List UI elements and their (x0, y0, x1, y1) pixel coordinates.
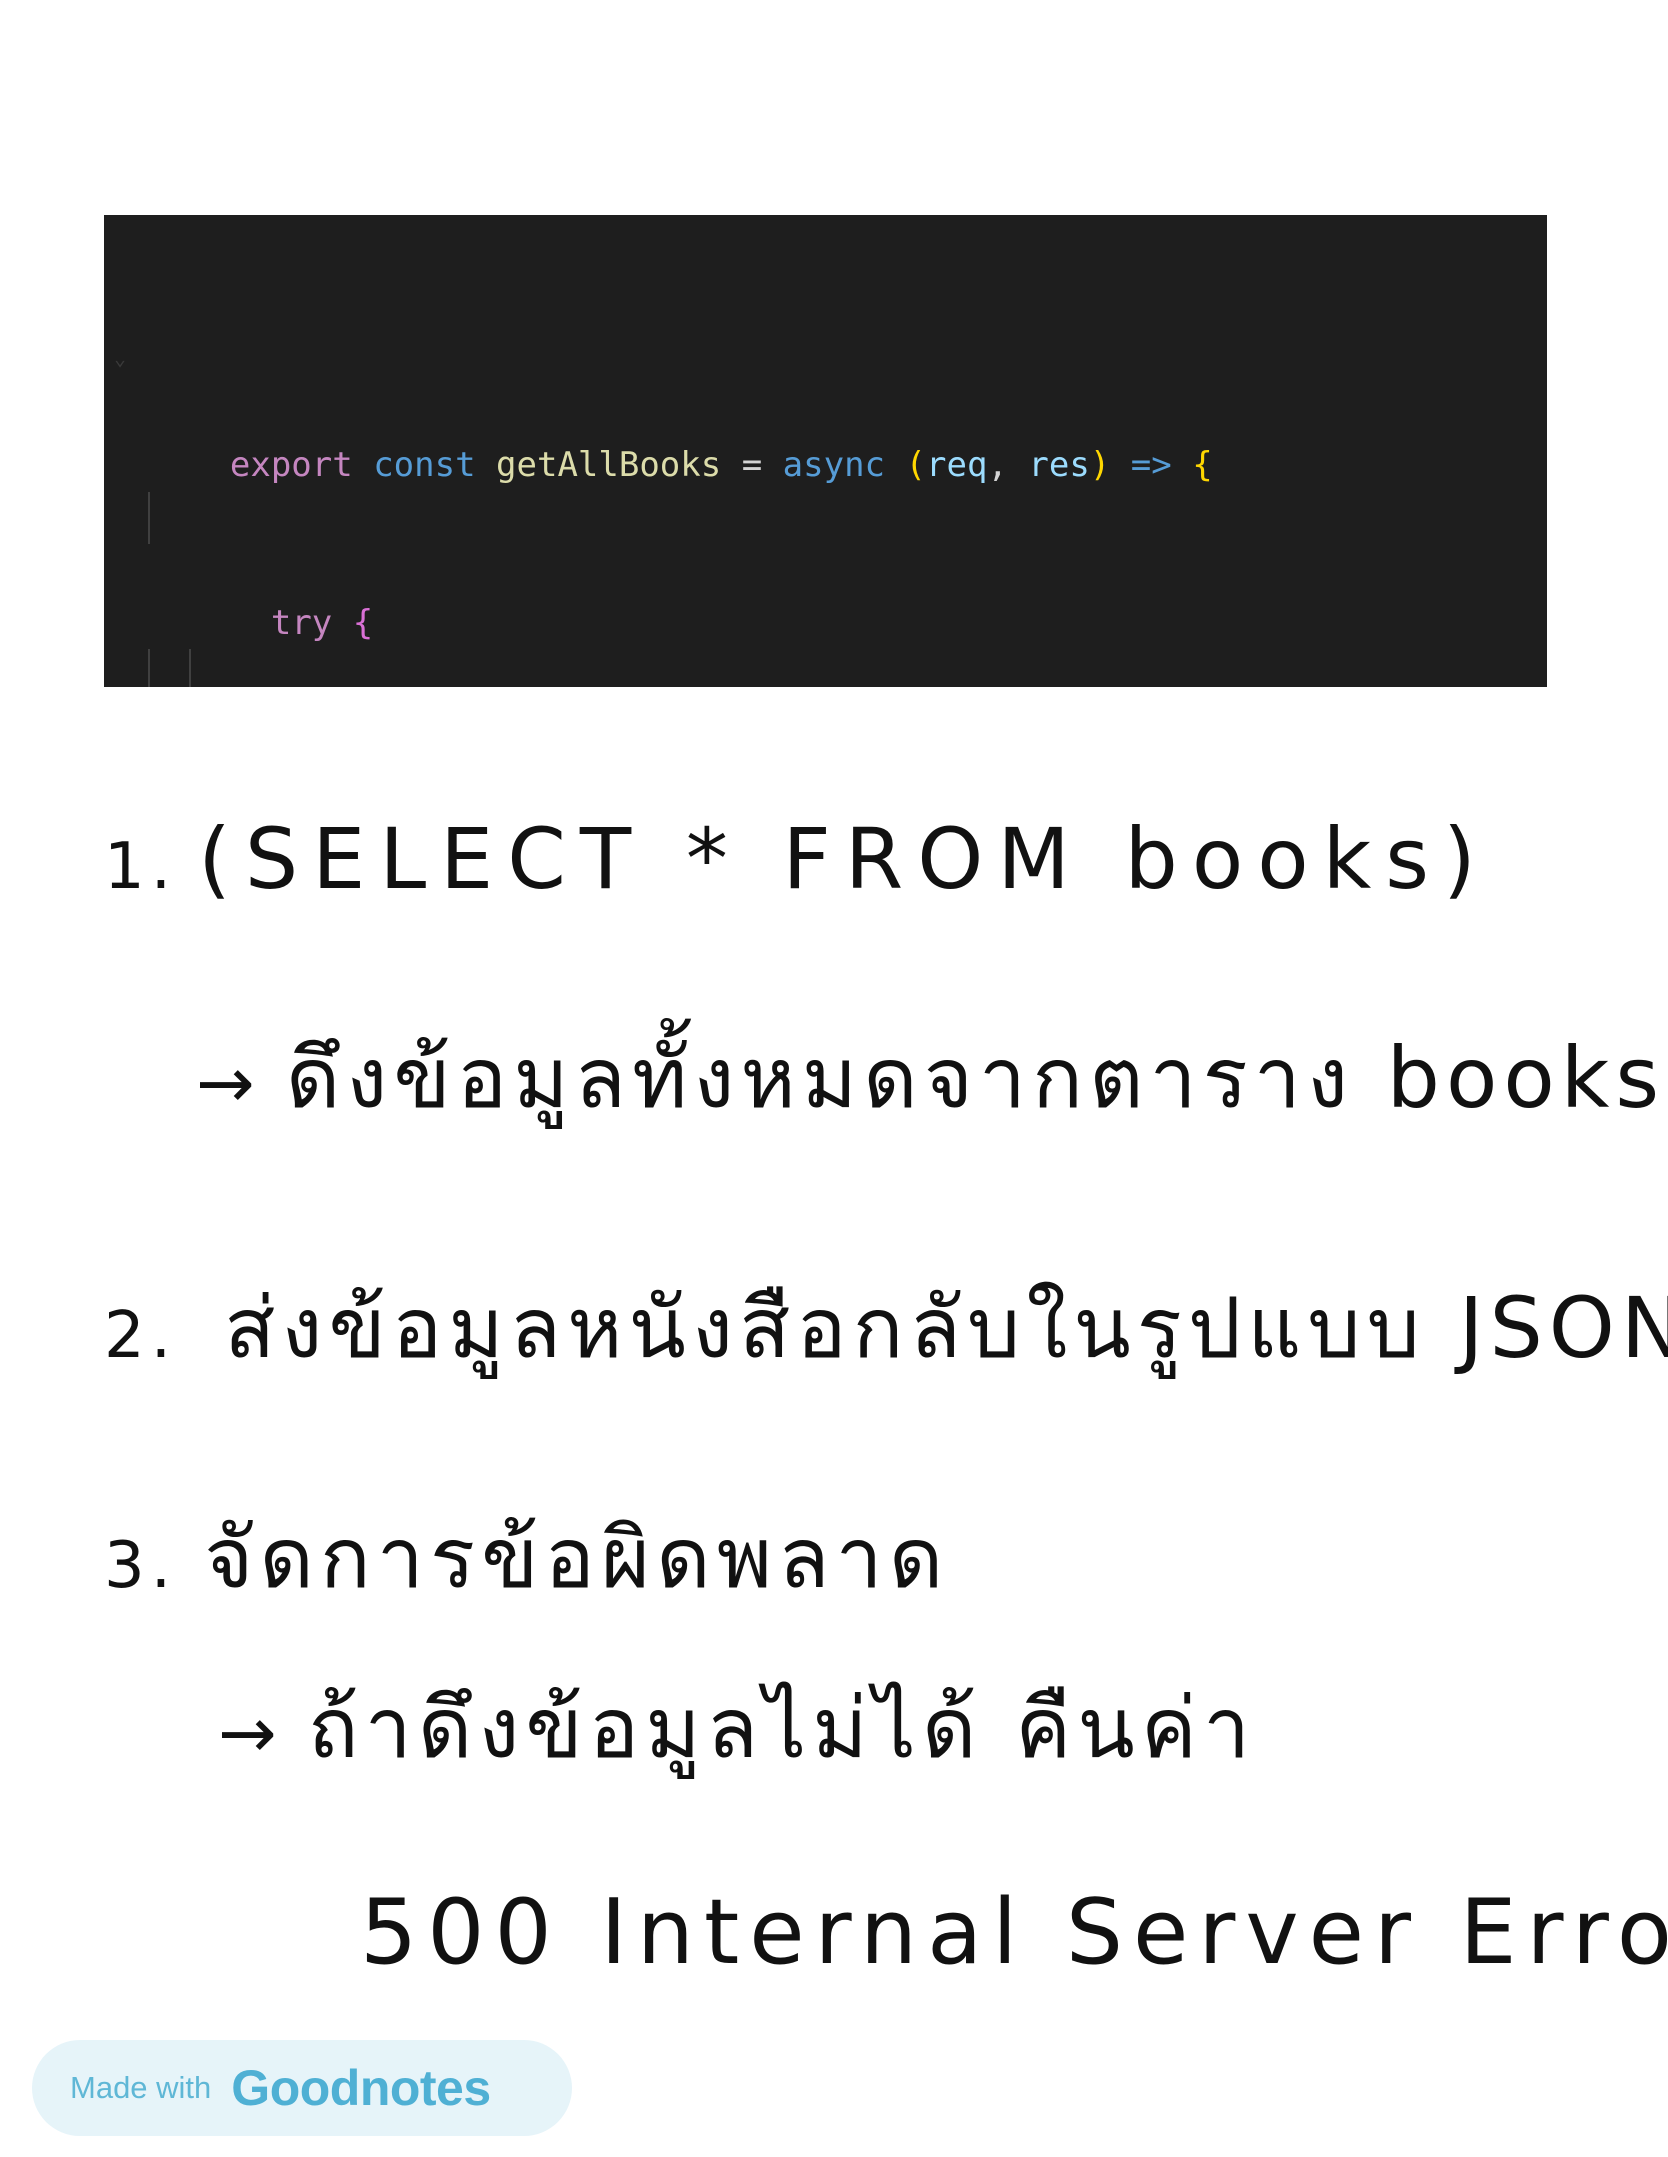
note-3: 3. จัดการข้อผิดพลาด (104, 1490, 949, 1624)
note-3-error: 500 Internal Server Error (360, 1880, 1668, 1985)
note-3-text: จัดการข้อผิดพลาด (204, 1509, 950, 1607)
arrow-right-icon: → (196, 1042, 261, 1124)
code-line-3: const [books] = await pool.query('SELECT… (148, 649, 1547, 687)
note-2: 2. ส่งข้อมูลหนังสือกลับในรูปแบบ JSON (104, 1260, 1668, 1394)
note-2-number: 2. (104, 1299, 178, 1373)
note-3-error-text: 500 Internal Server Error (360, 1880, 1668, 1985)
code-screenshot: ⌄ export const getAllBooks = async (req,… (104, 215, 1547, 687)
goodnotes-logo: Goodnotes (231, 2060, 491, 2116)
note-2-text: ส่งข้อมูลหนังสือกลับในรูปแบบ JSON (224, 1279, 1668, 1377)
note-1-text: (SELECT * FROM books) (198, 810, 1490, 908)
goodnotes-badge: Made with Goodnotes (32, 2040, 572, 2136)
code-line-2: try { (148, 491, 1547, 643)
badge-made-with: Made with (70, 2070, 212, 2105)
note-1-number: 1. (104, 830, 178, 904)
fold-icon: ⌄ (114, 346, 127, 370)
note-1-detail-text: ดึงข้อมูลทั้งหมดจากตาราง books (285, 1029, 1666, 1127)
arrow-right-icon: → (218, 1692, 283, 1774)
note-1: 1. (SELECT * FROM books) (104, 810, 1490, 908)
note-3-number: 3. (104, 1529, 178, 1603)
note-3-detail-text: ถ้าดึงข้อมูลไม่ได้ คืนค่า (307, 1679, 1257, 1777)
note-3-detail: → ถ้าดึงข้อมูลไม่ได้ คืนค่า (218, 1660, 1256, 1794)
note-1-detail: → ดึงข้อมูลทั้งหมดจากตาราง books (196, 1010, 1665, 1144)
code-line-1: ⌄ export const getAllBooks = async (req,… (114, 346, 1213, 485)
